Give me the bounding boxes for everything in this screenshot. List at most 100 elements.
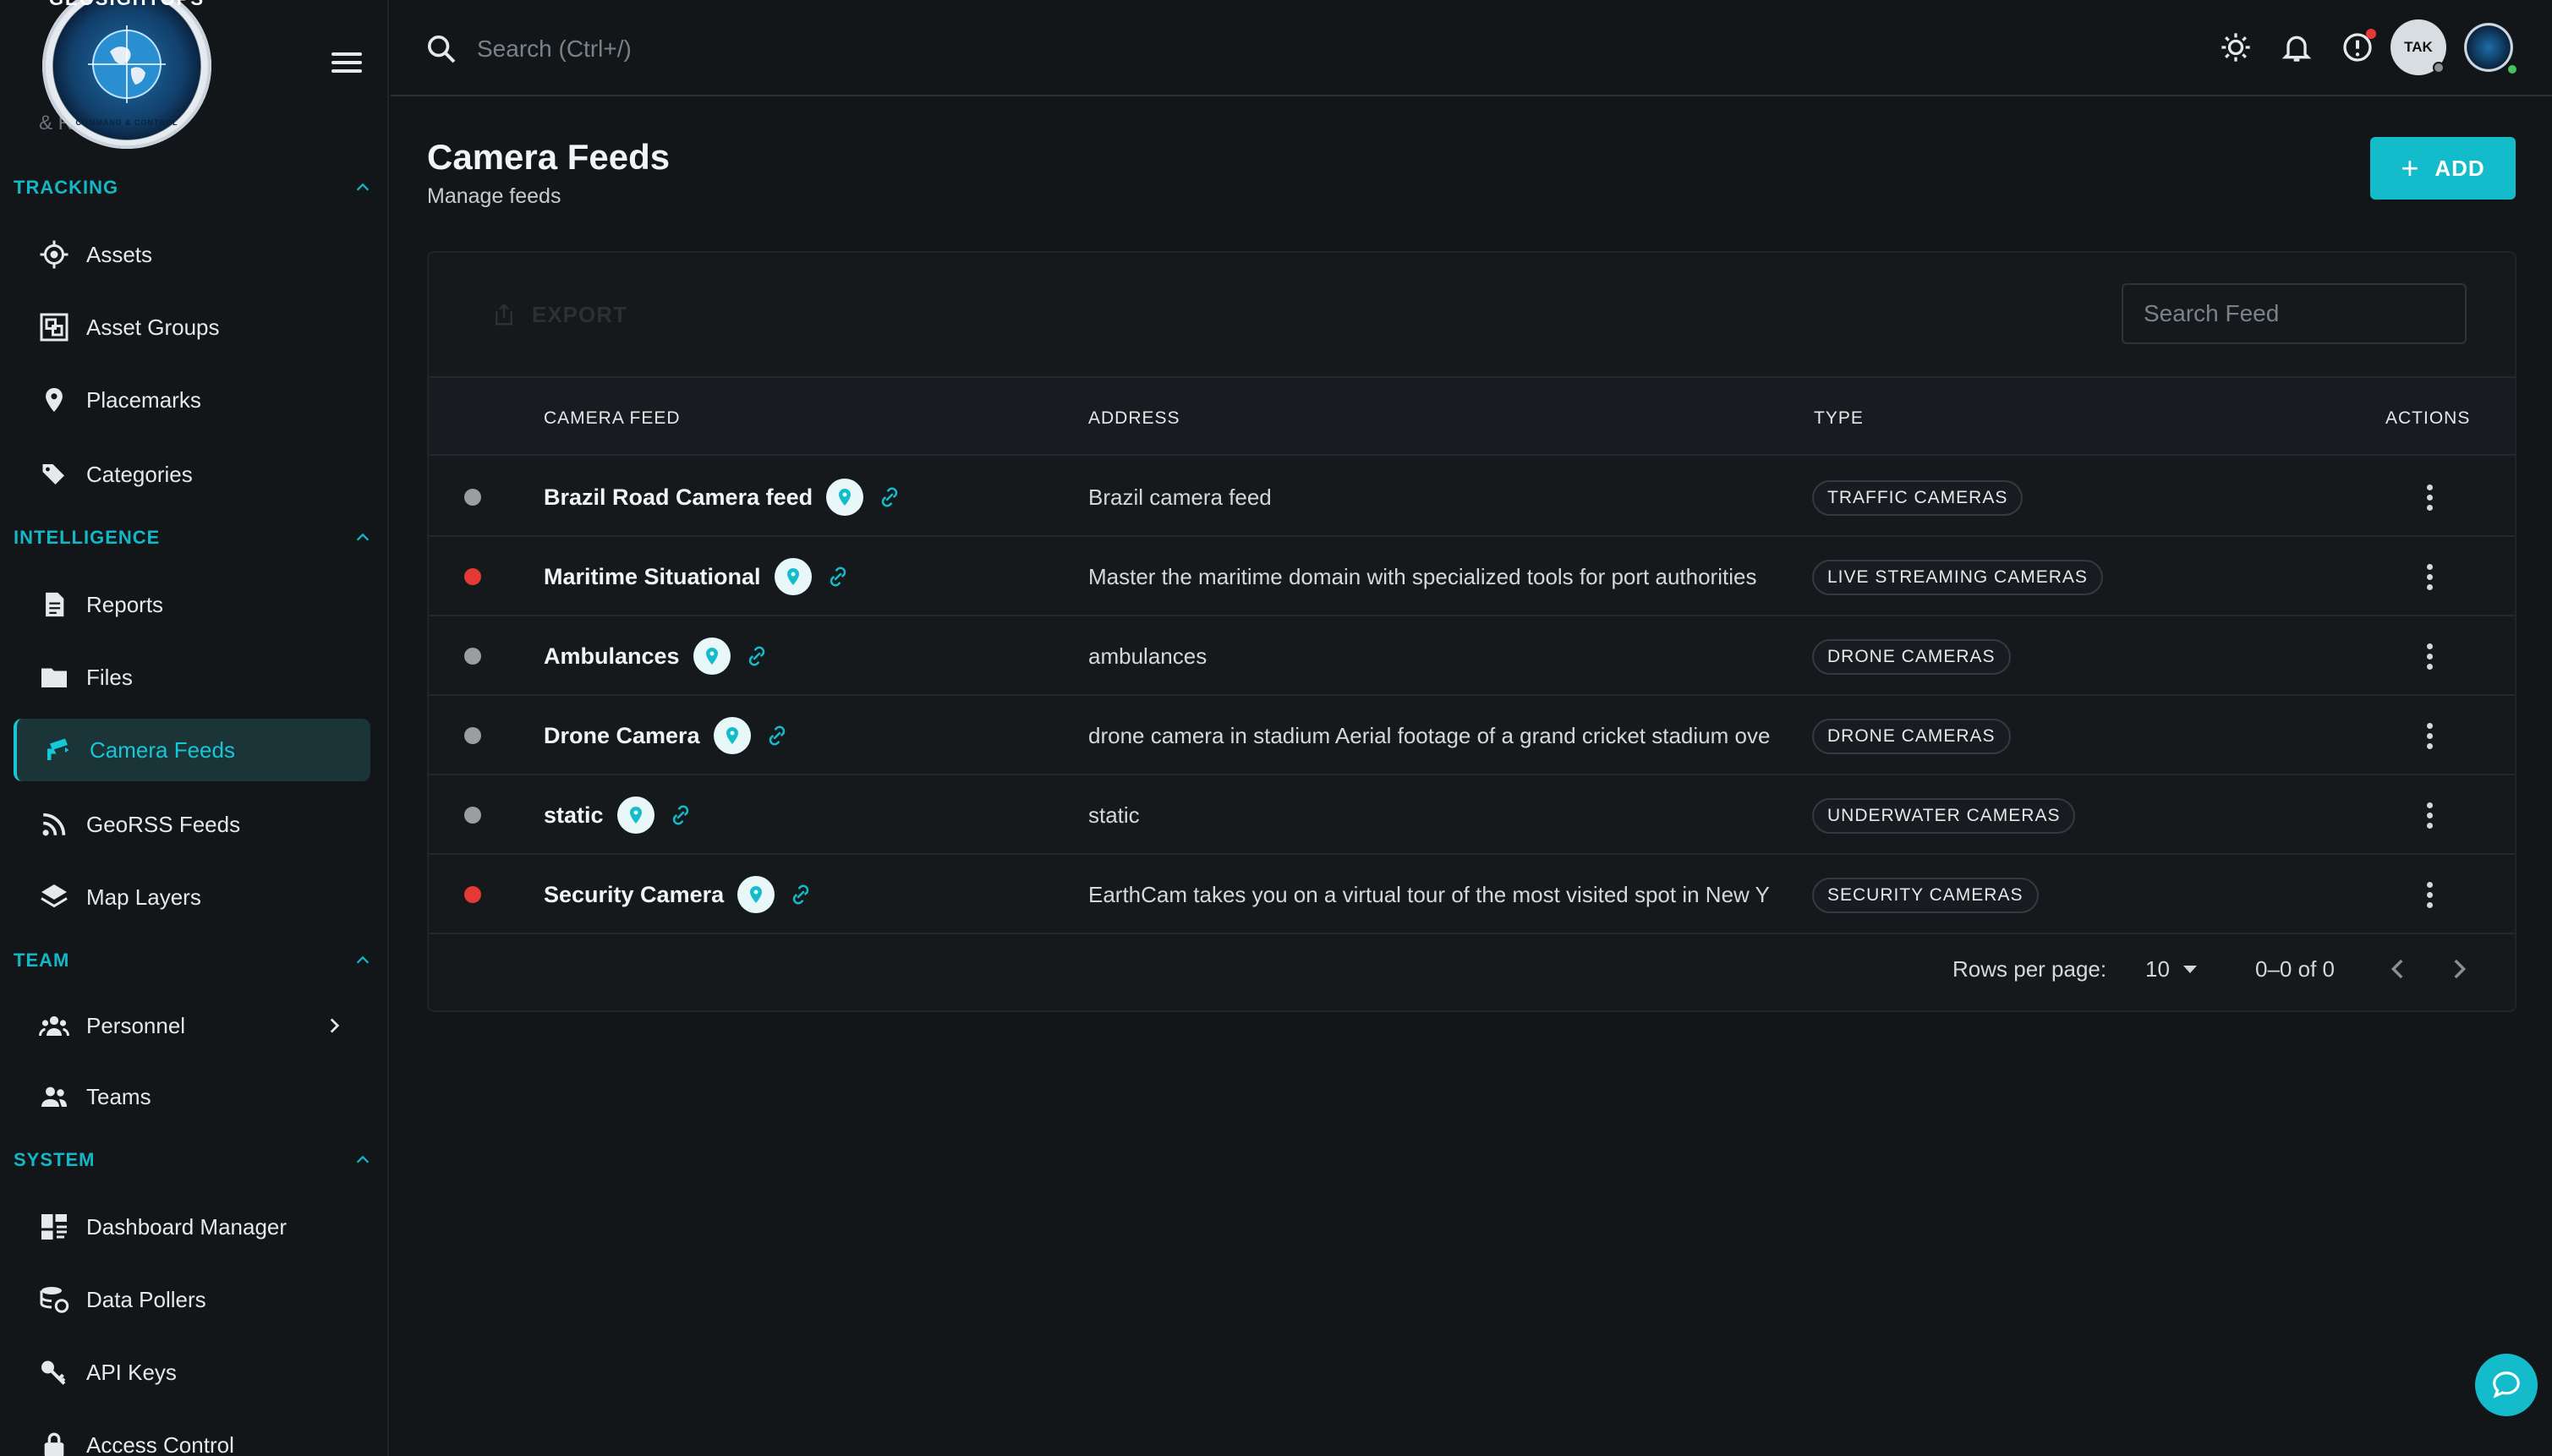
- search-feed-field[interactable]: [2122, 283, 2467, 344]
- export-button[interactable]: EXPORT: [464, 285, 647, 344]
- location-pin-button[interactable]: [774, 558, 812, 595]
- map-pin-icon: [37, 383, 71, 417]
- sidebar-item-label: Assets: [86, 241, 153, 267]
- add-button[interactable]: + ADD: [2370, 137, 2516, 200]
- sidebar-item-access-control[interactable]: Access Control: [14, 1414, 370, 1456]
- location-pin-button[interactable]: [693, 638, 731, 675]
- location-pin-button[interactable]: [737, 876, 775, 913]
- sidebar-item-categories[interactable]: Categories: [14, 443, 370, 506]
- sidebar-item-assets[interactable]: Assets: [14, 223, 370, 286]
- alerts-button[interactable]: [2327, 17, 2388, 78]
- page-subtitle: Manage feeds: [427, 184, 561, 208]
- link-icon[interactable]: [764, 723, 790, 748]
- map-pin-icon: [750, 886, 763, 903]
- sidebar-item-placemarks[interactable]: Placemarks: [14, 369, 370, 431]
- link-icon[interactable]: [825, 564, 851, 589]
- rows-per-page-value: 10: [2145, 956, 2170, 982]
- chevron-right-icon: [330, 1018, 340, 1033]
- status-dot: [464, 727, 481, 744]
- search-feed-input[interactable]: [2144, 300, 2449, 327]
- table-row[interactable]: static static UNDERWATER CAMERAS: [429, 775, 2515, 855]
- table-row[interactable]: Ambulances ambulances DRONE CAMERAS: [429, 616, 2515, 696]
- sidebar-item-camera-feeds[interactable]: Camera Feeds: [14, 719, 370, 781]
- more-actions-icon[interactable]: [2412, 878, 2446, 911]
- chat-button[interactable]: [2475, 1354, 2538, 1416]
- link-icon[interactable]: [744, 643, 769, 669]
- table-row[interactable]: Drone Camera drone camera in stadium Aeri…: [429, 696, 2515, 775]
- status-dot: [464, 568, 481, 585]
- crosshair-icon: [37, 238, 71, 271]
- section-tracking[interactable]: TRACKING: [14, 172, 375, 203]
- next-page-icon[interactable]: [2445, 955, 2473, 983]
- status-dot: [464, 807, 481, 824]
- link-icon[interactable]: [668, 802, 693, 828]
- camera-feed-cell: Drone Camera: [544, 696, 790, 775]
- tak-label: TAK: [2404, 39, 2433, 55]
- map-pin-icon: [839, 489, 852, 506]
- sidebar-item-dashboard-manager[interactable]: Dashboard Manager: [14, 1196, 370, 1258]
- chevron-up-icon: [356, 1155, 370, 1163]
- sidebar-item-georss-feeds[interactable]: GeoRSS Feeds: [14, 793, 370, 856]
- camera-feed-name[interactable]: Ambulances: [544, 643, 680, 670]
- sidebar-item-files[interactable]: Files: [14, 646, 370, 709]
- camera-feed-name[interactable]: Brazil Road Camera feed: [544, 484, 813, 511]
- sidebar-item-map-layers[interactable]: Map Layers: [14, 866, 370, 928]
- rss-icon: [37, 807, 71, 841]
- address-cell: ambulances: [1088, 643, 1208, 669]
- camera-feed-name[interactable]: Maritime Situational: [544, 564, 761, 590]
- column-header-type[interactable]: TYPE: [1814, 408, 1864, 429]
- camera-feed-name[interactable]: Security Camera: [544, 882, 724, 908]
- location-pin-button[interactable]: [826, 479, 864, 516]
- column-header-address[interactable]: ADDRESS: [1088, 408, 1180, 429]
- user-avatar[interactable]: [2464, 23, 2518, 75]
- previous-page-icon[interactable]: [2384, 955, 2412, 983]
- global-search[interactable]: Search (Ctrl+/): [424, 30, 632, 68]
- caret-down-icon: [2182, 966, 2197, 973]
- sidebar-item-personnel[interactable]: Personnel: [14, 994, 370, 1057]
- more-actions-icon[interactable]: [2412, 798, 2446, 832]
- map-pin-icon: [786, 568, 799, 585]
- link-icon[interactable]: [788, 882, 813, 907]
- status-dot: [464, 489, 481, 506]
- sidebar-item-api-keys[interactable]: API Keys: [14, 1341, 370, 1404]
- sidebar-item-teams[interactable]: Teams: [14, 1065, 370, 1128]
- menu-toggle-icon[interactable]: [328, 47, 365, 78]
- location-pin-button[interactable]: [616, 796, 654, 834]
- sidebar-item-data-pollers[interactable]: Data Pollers: [14, 1268, 370, 1331]
- table-row[interactable]: Security Camera EarthCam takes you on a v…: [429, 855, 2515, 934]
- column-header-camera-feed[interactable]: CAMERA FEED: [544, 408, 681, 429]
- sidebar-item-label: Asset Groups: [86, 314, 220, 340]
- sidebar-item-label: Data Pollers: [86, 1286, 206, 1312]
- type-badge: SECURITY CAMERAS: [1812, 878, 2039, 913]
- page-title: Camera Feeds: [427, 137, 671, 177]
- chevron-up-icon: [356, 955, 370, 964]
- search-icon: [427, 36, 456, 63]
- more-actions-icon[interactable]: [2412, 480, 2446, 514]
- link-icon[interactable]: [877, 484, 902, 510]
- camera-feeds-table-card: EXPORT CAMERA FEED ADDRESS TYPE ACTIONS …: [427, 251, 2516, 1012]
- notifications-button[interactable]: [2266, 17, 2327, 78]
- global-search-placeholder[interactable]: Search (Ctrl+/): [477, 36, 632, 63]
- more-actions-icon[interactable]: [2412, 639, 2446, 673]
- tak-button[interactable]: TAK: [2388, 17, 2449, 78]
- sidebar-item-label: Placemarks: [86, 386, 201, 413]
- camera-feed-cell: Brazil Road Camera feed: [544, 457, 902, 537]
- camera-feed-name[interactable]: static: [544, 802, 604, 829]
- section-team[interactable]: TEAM: [14, 945, 375, 976]
- camera-feed-name[interactable]: Drone Camera: [544, 723, 700, 749]
- rows-per-page-select[interactable]: 10: [2145, 956, 2197, 983]
- location-pin-button[interactable]: [713, 717, 751, 754]
- more-actions-icon[interactable]: [2412, 719, 2446, 753]
- map-pin-icon: [629, 807, 642, 824]
- theme-toggle-button[interactable]: [2205, 17, 2266, 78]
- section-title: TEAM: [14, 950, 70, 971]
- section-intelligence[interactable]: INTELLIGENCE: [14, 523, 375, 553]
- table-row[interactable]: Maritime Situational Master the maritime …: [429, 537, 2515, 616]
- section-system[interactable]: SYSTEM: [14, 1145, 375, 1175]
- more-actions-icon[interactable]: [2412, 560, 2446, 594]
- table-row[interactable]: Brazil Road Camera feed Brazil camera fee…: [429, 457, 2515, 537]
- sidebar-item-reports[interactable]: Reports: [14, 573, 370, 636]
- type-badge: LIVE STREAMING CAMERAS: [1812, 560, 2103, 595]
- sidebar-item-asset-groups[interactable]: Asset Groups: [14, 296, 370, 359]
- app-logo[interactable]: GEOSIGHTOPS COMMAND & CONTROL: [42, 0, 211, 149]
